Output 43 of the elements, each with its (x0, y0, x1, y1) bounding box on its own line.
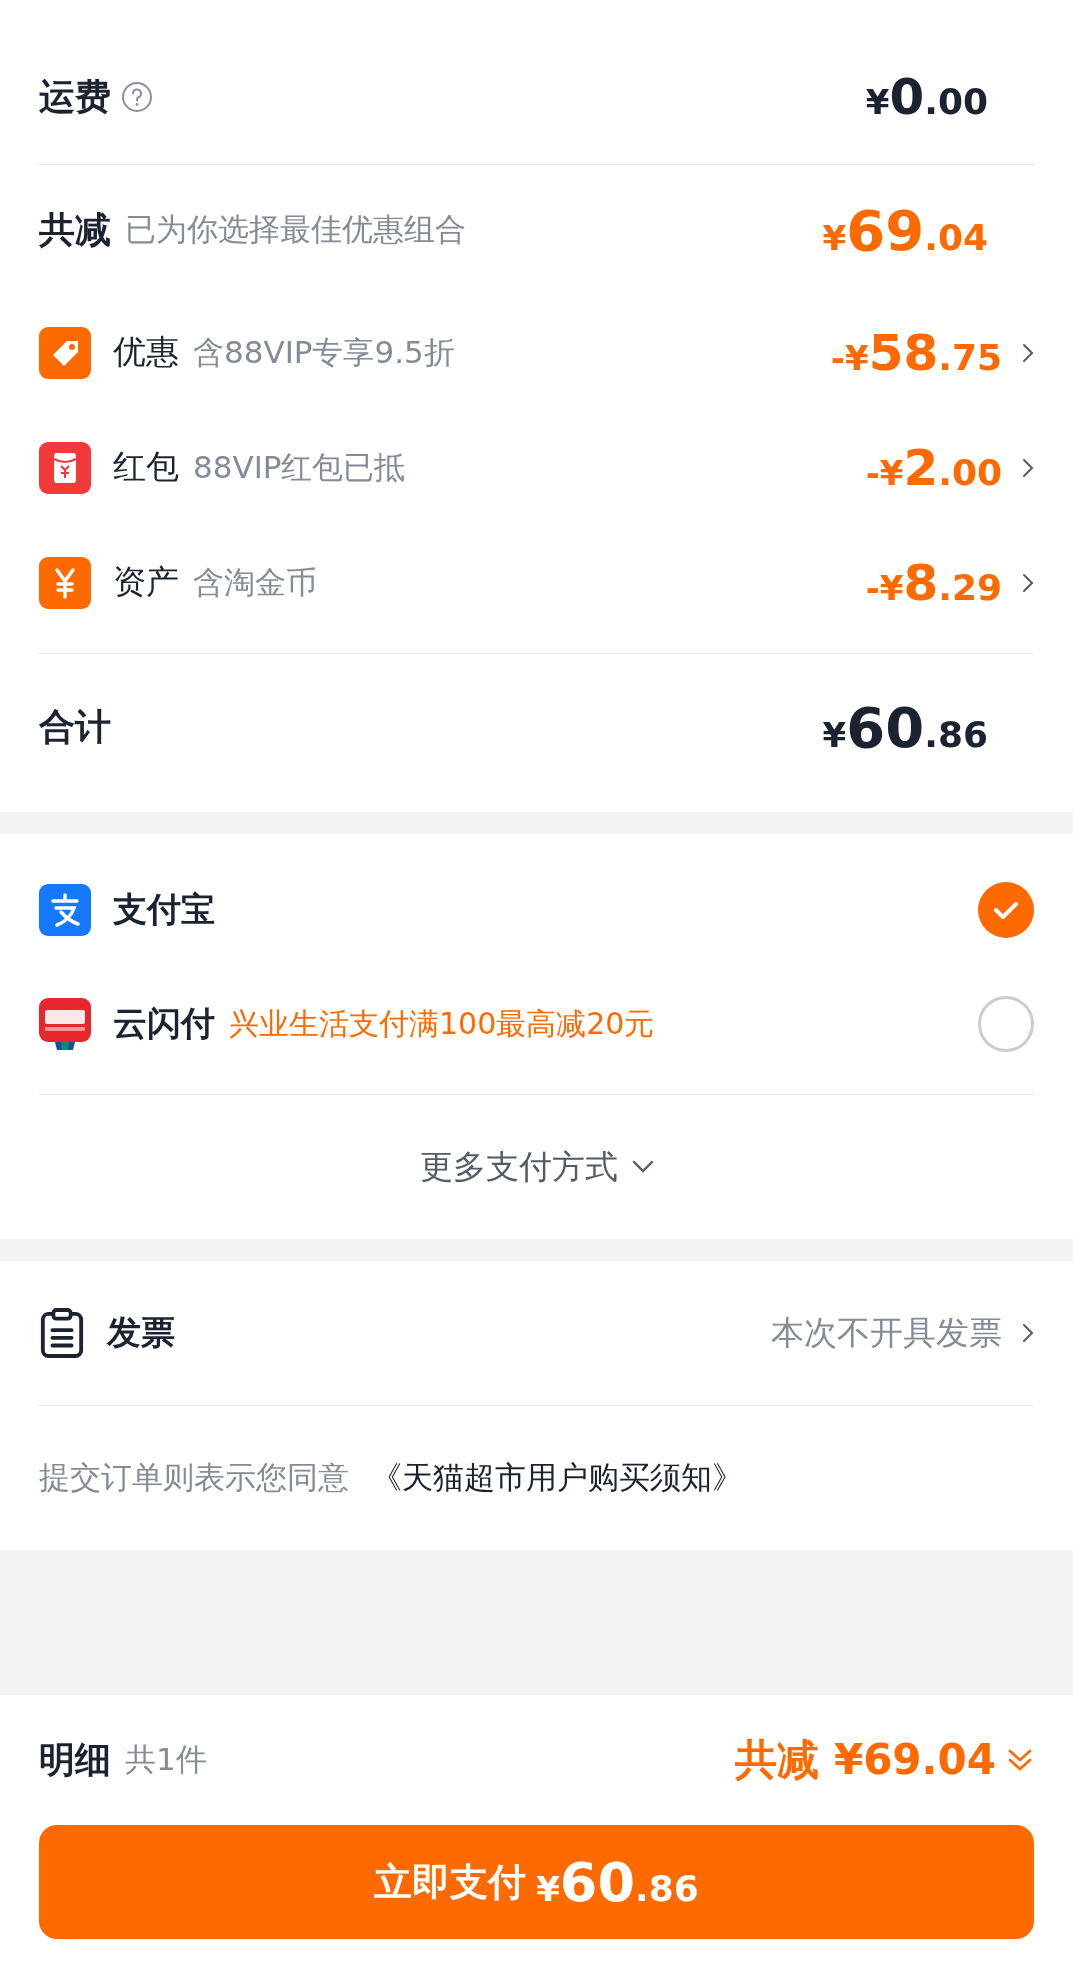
discount-item-amount: -¥2.00 (865, 438, 1002, 497)
payment-option[interactable]: 支付宝 (39, 853, 1034, 967)
card-logo-icon (39, 998, 91, 1050)
more-payment-methods-link[interactable]: 更多支付方式 (39, 1095, 1034, 1239)
tag-icon (39, 326, 91, 379)
payment-promo: 兴业生活支付满100最高减20元 (229, 1004, 655, 1043)
discount-item-amount: -¥8.29 (865, 553, 1002, 612)
payment-name: 云闪付 (113, 1002, 215, 1045)
details-label: 明细 (39, 1737, 111, 1782)
total-amount: ¥60.86 (822, 694, 988, 760)
help-icon[interactable] (121, 81, 153, 113)
agreement-text: 提交订单则表示您同意 (39, 1458, 349, 1497)
discount-item-label: 红包 (113, 446, 179, 488)
pay-amount: ¥60.86 (536, 1850, 699, 1914)
discount-item-amount: -¥58.75 (830, 323, 1002, 382)
check-icon[interactable] (978, 882, 1034, 938)
discount-amount: ¥69.04 (822, 197, 988, 263)
discount-item-note: 含88VIP专享9.5折 (193, 332, 455, 372)
discount-item-note: 含淘金币 (193, 562, 317, 602)
chevron-down-icon (631, 1160, 654, 1174)
total-label: 合计 (39, 704, 111, 749)
invoice-label: 发票 (107, 1311, 175, 1354)
wallet-logo-icon (39, 884, 91, 936)
payment-option[interactable]: 云闪付 兴业生活支付满100最高减20元 (39, 967, 1034, 1081)
chevron-right-icon (1022, 1323, 1034, 1343)
shipping-amount: ¥0.00 (865, 68, 988, 126)
item-count: 共1件 (125, 1740, 207, 1779)
discount-item-label: 优惠 (113, 331, 179, 373)
yen-icon (39, 556, 91, 609)
agreement-link[interactable]: 《天猫超市用户购买须知》 (371, 1457, 743, 1499)
chevron-right-icon (1022, 457, 1034, 478)
envelope-icon (39, 441, 91, 494)
chevron-right-icon (1022, 342, 1034, 363)
radio-button[interactable] (978, 996, 1034, 1052)
invoice-value[interactable]: 本次不开具发票 (771, 1310, 1002, 1356)
clipboard-icon (39, 1308, 85, 1358)
discount-item-label: 资产 (113, 561, 179, 603)
shipping-label: 运费 (39, 74, 111, 119)
discount-note: 已为你选择最佳优惠组合 (125, 210, 466, 249)
chevron-right-icon (1022, 572, 1034, 593)
discount-label: 共减 (39, 207, 111, 252)
payment-name: 支付宝 (113, 888, 215, 931)
discount-item-note: 88VIP红包已抵 (193, 447, 406, 487)
